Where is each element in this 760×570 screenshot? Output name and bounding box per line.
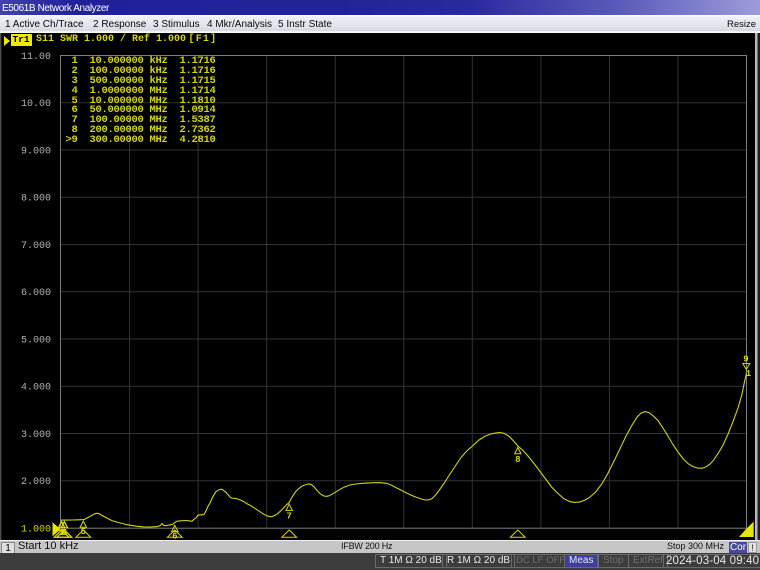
- svg-text:10.00: 10.00: [21, 99, 51, 110]
- svg-text:11.00: 11.00: [21, 52, 51, 63]
- svg-text:8: 8: [515, 455, 520, 465]
- svg-text:7.000: 7.000: [21, 241, 51, 252]
- svg-text:3.000: 3.000: [21, 430, 51, 441]
- svg-text:9.000: 9.000: [21, 147, 51, 158]
- svg-text:5.000: 5.000: [21, 336, 51, 347]
- svg-text:1.000: 1.000: [21, 525, 51, 536]
- svg-text:2.000: 2.000: [21, 477, 51, 488]
- svg-text:6: 6: [172, 531, 177, 540]
- svg-text:4.000: 4.000: [21, 383, 51, 394]
- svg-text:1: 1: [746, 369, 752, 379]
- svg-text:8.000: 8.000: [21, 194, 51, 205]
- svg-text:7: 7: [286, 512, 291, 522]
- svg-text:6.000: 6.000: [21, 288, 51, 299]
